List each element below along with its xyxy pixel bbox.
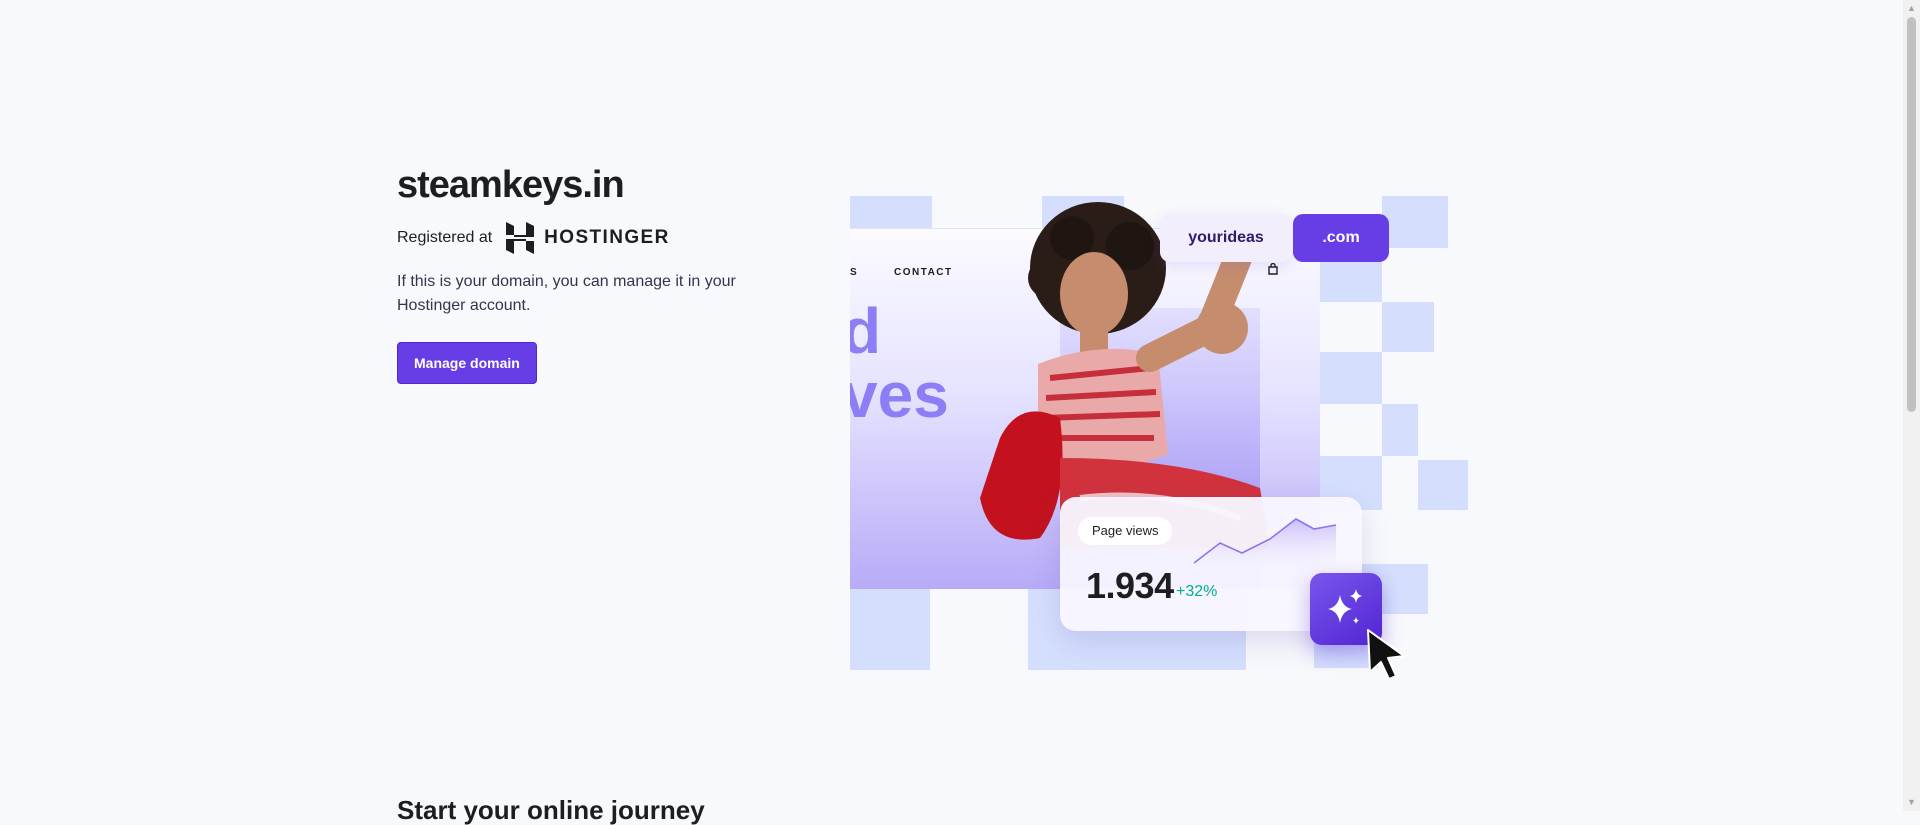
domain-description: If this is your domain, you can manage i… — [397, 273, 736, 314]
bg-tile — [1320, 262, 1382, 302]
domain-tld-pill: .com — [1293, 214, 1389, 262]
page-views-delta: +32% — [1176, 583, 1218, 600]
scrollbar-thumb[interactable] — [1907, 17, 1916, 412]
scroll-up-icon[interactable]: ▲ — [1903, 0, 1920, 17]
nav-item-partial: S — [850, 267, 859, 278]
manage-domain-button[interactable]: Manage domain — [397, 342, 537, 384]
hero-illustration: S CONTACT d ves yourideas — [850, 190, 1490, 710]
bg-tile — [1382, 196, 1448, 248]
page-views-label: Page views — [1078, 517, 1173, 545]
hero-headline: d ves — [850, 299, 949, 427]
hostinger-logo: HOSTINGER — [506, 222, 670, 254]
bg-tile — [1382, 302, 1434, 352]
hero-headline-line1: d — [850, 299, 949, 363]
hostinger-logo-icon — [506, 222, 535, 254]
scroll-down-icon[interactable]: ▼ — [1903, 794, 1920, 811]
domain-search-pill: yourideas — [1160, 214, 1292, 262]
domain-title: steamkeys.in — [397, 164, 625, 206]
page-views-sparkline — [1193, 518, 1337, 571]
bg-tile — [1382, 404, 1418, 456]
registrar-row: Registered at HOSTINGER — [397, 220, 777, 256]
page-scrollbar[interactable]: ▲ ▼ — [1903, 0, 1920, 811]
section-title: Start your online journey — [397, 795, 705, 825]
bg-tile — [1378, 564, 1428, 614]
nav-item-contact: CONTACT — [894, 267, 953, 278]
domain-info-panel: steamkeys.in Registered at HOSTINGER If … — [397, 160, 777, 384]
registered-label: Registered at — [397, 229, 493, 246]
hostinger-wordmark: HOSTINGER — [544, 227, 670, 248]
bg-tile — [1418, 460, 1468, 510]
bg-tile — [850, 588, 930, 670]
page-views-value: 1.934 — [1086, 565, 1174, 606]
hero-headline-line2: ves — [850, 359, 949, 431]
bg-tile — [1320, 352, 1382, 404]
cursor-arrow-icon — [1367, 629, 1405, 680]
